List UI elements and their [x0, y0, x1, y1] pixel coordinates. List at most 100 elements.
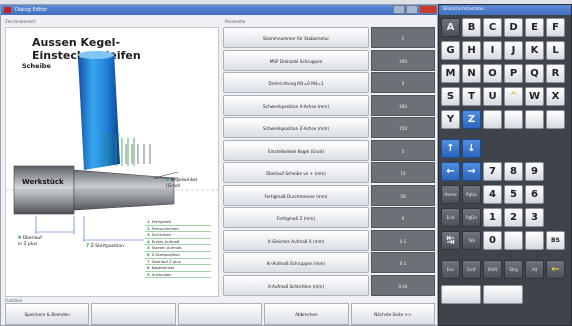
key-D[interactable]: D	[504, 18, 523, 37]
parameter-row: Schwenkposition Z-Achse (mm) 150	[223, 117, 435, 139]
key-P[interactable]: P	[504, 64, 523, 83]
parameter-label-button[interactable]: Schwenkposition Z-Achse (mm)	[223, 117, 369, 138]
key-I[interactable]: I	[483, 41, 502, 60]
key-blank[interactable]	[504, 231, 523, 250]
key-R[interactable]: R	[546, 64, 565, 83]
parameter-value-field[interactable]: 5	[371, 139, 435, 161]
parameter-label-button[interactable]: Stammnummer für Stabornetur	[223, 27, 369, 48]
escape-key[interactable]: Esc	[441, 260, 460, 279]
key-8[interactable]: 8	[504, 162, 523, 181]
key-caret[interactable]: ^	[504, 87, 523, 106]
parameter-label-button[interactable]: Schwenkposition X-Achse (mm)	[223, 94, 369, 116]
parameter-value-field[interactable]: 100	[371, 49, 435, 71]
parameter-label-button[interactable]: X-Gleiches Aufmaß X (mm)	[223, 229, 369, 251]
delete-key[interactable]: Entf	[462, 260, 481, 279]
key-7[interactable]: 7	[483, 162, 502, 181]
alt-key[interactable]: Alt	[525, 260, 544, 279]
parameter-value-field[interactable]: 10	[371, 162, 435, 183]
key-2[interactable]: 2	[504, 208, 523, 227]
key-3[interactable]: 3	[525, 208, 544, 227]
key-5[interactable]: 5	[504, 185, 523, 204]
tab-key[interactable]: Tab	[462, 231, 481, 250]
key-K[interactable]: K	[525, 41, 544, 60]
cancel-button[interactable]: Abbrechen	[264, 303, 349, 325]
parameter-label-button[interactable]: X-Aufmaß Schlichten (mm)	[223, 274, 369, 296]
key-4[interactable]: 4	[483, 185, 502, 204]
key-O[interactable]: O	[483, 64, 502, 83]
arrow-down-key[interactable]: ↓	[462, 139, 481, 158]
key-G[interactable]: G	[441, 41, 460, 60]
window-controls	[392, 5, 437, 15]
parameter-label-button[interactable]: Einstellwinkel Kegel (Grad)	[223, 139, 369, 161]
key-B[interactable]: B	[462, 18, 481, 37]
key-F[interactable]: F	[546, 18, 565, 37]
parameter-value-field[interactable]: 0.1	[371, 252, 435, 273]
function-button-2[interactable]	[91, 303, 176, 325]
minimize-button[interactable]	[393, 5, 405, 14]
parameter-value-field[interactable]: 1	[371, 27, 435, 48]
close-button[interactable]	[419, 5, 437, 14]
backspace-key[interactable]: BS	[546, 231, 565, 250]
key-L[interactable]: L	[546, 41, 565, 60]
enter-key[interactable]: ←	[546, 260, 565, 279]
parameter-value-field[interactable]: 50	[371, 184, 435, 206]
next-page-button[interactable]: Nächste Seite >>	[350, 303, 436, 325]
key-C[interactable]: C	[483, 18, 502, 37]
key-T[interactable]: T	[462, 87, 481, 106]
parameter-value-field[interactable]: 0.1	[371, 229, 435, 251]
key-A[interactable]: A	[441, 18, 460, 37]
key-0[interactable]: 0	[483, 231, 502, 250]
space-key[interactable]	[441, 285, 481, 304]
key-W[interactable]: W	[525, 87, 544, 106]
parameter-label-button[interactable]: Drehrichtung M3=0 M4=1	[223, 72, 369, 93]
parameter-row: X-Aufmaß Schlichten (mm) 0.04	[223, 274, 435, 297]
key-1[interactable]: 1	[483, 208, 502, 227]
key-blank[interactable]	[504, 110, 523, 129]
key-M[interactable]: M	[441, 64, 460, 83]
parameter-label-button[interactable]: Kr-Aufmaß Schruppen (mm)	[223, 252, 369, 273]
parameter-label-button[interactable]: Fertigmaß Durchmesser (mm)	[223, 184, 369, 206]
parameter-label-button[interactable]: MSP Drehzahl Schruppen	[223, 49, 369, 71]
parameter-row: Schwenkposition X-Achse (mm) 300	[223, 94, 435, 117]
shift-key[interactable]: Shift	[483, 260, 502, 279]
space-key[interactable]	[483, 285, 523, 304]
key-S[interactable]: S	[441, 87, 460, 106]
key-U[interactable]: U	[483, 87, 502, 106]
maximize-button[interactable]	[406, 5, 418, 14]
key-J[interactable]: J	[504, 41, 523, 60]
key-blank[interactable]	[483, 110, 502, 129]
end-key[interactable]: End	[441, 208, 460, 227]
parameter-label-button[interactable]: Überlauf Scheibe vo + (mm)	[223, 162, 369, 183]
parameter-value-field[interactable]: 0	[371, 207, 435, 228]
function-button-3[interactable]	[177, 303, 263, 325]
ctrl-key[interactable]: Strg	[504, 260, 523, 279]
key-Y[interactable]: Y	[441, 110, 460, 129]
key-blank[interactable]	[546, 110, 565, 129]
key-N[interactable]: N	[462, 64, 481, 83]
page-down-key[interactable]: PgDn	[462, 208, 481, 227]
arrow-up-key[interactable]: ↑	[441, 139, 460, 158]
key-9[interactable]: 9	[525, 162, 544, 181]
parameter-label-button[interactable]: Fertigmaß Z (mm)	[223, 207, 369, 228]
arrow-left-key[interactable]: ←	[441, 162, 460, 181]
home-key[interactable]: Home	[441, 185, 460, 204]
key-blank[interactable]	[525, 110, 544, 129]
parameter-value-field[interactable]: 150	[371, 117, 435, 138]
key-blank[interactable]	[525, 231, 544, 250]
key-H[interactable]: H	[462, 41, 481, 60]
parameter-value-field[interactable]: 300	[371, 94, 435, 116]
parameter-value-field[interactable]: 0.04	[371, 274, 435, 296]
workpiece-label: Werkstück	[22, 178, 64, 186]
key-6[interactable]: 6	[525, 185, 544, 204]
key-X[interactable]: X	[546, 87, 565, 106]
key-E[interactable]: E	[525, 18, 544, 37]
parameter-value-field[interactable]: 0	[371, 72, 435, 93]
arrow-right-key[interactable]: →	[462, 162, 481, 181]
save-and-exit-button[interactable]: Speichern & Beenden	[5, 303, 90, 325]
page-up-key[interactable]: PgUp	[462, 185, 481, 204]
key-Z[interactable]: Z	[462, 110, 481, 129]
tab-icon-key[interactable]: ↹	[441, 231, 460, 250]
legend-item: 4 Erstes Aufmaß	[145, 239, 211, 246]
parameter-row: MSP Drehzahl Schruppen 100	[223, 49, 435, 72]
key-Q[interactable]: Q	[525, 64, 544, 83]
